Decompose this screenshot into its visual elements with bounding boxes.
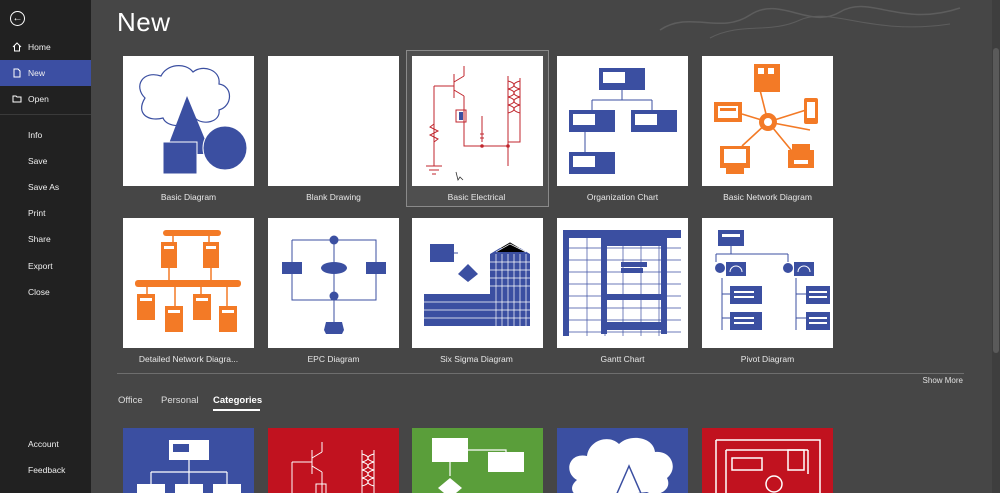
template-detailed-network-diagram[interactable] bbox=[123, 218, 254, 348]
category-maps-floor-plans[interactable] bbox=[702, 428, 833, 493]
tab-office[interactable]: Office bbox=[118, 395, 143, 406]
category-general[interactable] bbox=[557, 428, 688, 493]
template-blank-drawing[interactable] bbox=[268, 56, 399, 186]
tab-personal[interactable]: Personal bbox=[161, 395, 199, 406]
tab-categories[interactable]: Categories bbox=[213, 395, 262, 406]
nav-print-label: Print bbox=[28, 208, 46, 218]
nav-account-label: Account bbox=[28, 439, 59, 449]
nav-export[interactable]: Export bbox=[0, 253, 91, 279]
back-arrow-icon[interactable]: ← bbox=[10, 11, 25, 26]
nav-new[interactable]: New bbox=[0, 60, 91, 86]
new-document-icon bbox=[12, 68, 22, 78]
nav-export-label: Export bbox=[28, 261, 53, 271]
nav-share-label: Share bbox=[28, 234, 51, 244]
nav-info-label: Info bbox=[28, 130, 43, 140]
decorative-sketch bbox=[659, 5, 961, 39]
nav-share[interactable]: Share bbox=[0, 226, 91, 252]
active-tab-indicator bbox=[213, 409, 260, 411]
template-label: EPC Diagram bbox=[307, 354, 360, 364]
nav-save-as-label: Save As bbox=[28, 182, 60, 192]
category-business[interactable] bbox=[123, 428, 254, 493]
template-gantt-chart[interactable] bbox=[557, 218, 688, 348]
home-icon bbox=[12, 42, 22, 52]
nav-close[interactable]: Close bbox=[0, 279, 91, 305]
nav-divider bbox=[0, 114, 91, 115]
template-label: Detailed Network Diagra... bbox=[138, 354, 239, 364]
nav-close-label: Close bbox=[28, 287, 50, 297]
nav-home[interactable]: Home bbox=[0, 34, 91, 60]
nav-print[interactable]: Print bbox=[0, 200, 91, 226]
category-engineering[interactable] bbox=[268, 428, 399, 493]
show-more-link[interactable]: Show More bbox=[923, 376, 963, 385]
template-six-sigma-diagram[interactable] bbox=[412, 218, 543, 348]
template-label: Gantt Chart bbox=[600, 354, 645, 364]
nav-new-label: New bbox=[28, 68, 46, 78]
template-label: Basic Network Diagram bbox=[723, 192, 812, 202]
page-title: New bbox=[117, 7, 171, 37]
nav-feedback[interactable]: Feedback bbox=[0, 457, 91, 483]
template-basic-network-diagram[interactable] bbox=[702, 56, 833, 186]
template-label: Pivot Diagram bbox=[740, 354, 795, 364]
template-label: Basic Electrical bbox=[447, 192, 506, 202]
category-flowchart[interactable] bbox=[412, 428, 543, 493]
backstage-sidebar: ← Home New Open Info Save Save As Print … bbox=[0, 0, 91, 493]
section-separator bbox=[117, 373, 964, 374]
template-label: Blank Drawing bbox=[306, 192, 361, 202]
scrollbar-thumb[interactable] bbox=[993, 48, 999, 353]
template-label: Organization Chart bbox=[586, 192, 659, 202]
nav-save-label: Save bbox=[28, 156, 48, 166]
template-label: Six Sigma Diagram bbox=[440, 354, 513, 364]
nav-open[interactable]: Open bbox=[0, 86, 91, 112]
folder-open-icon bbox=[12, 94, 22, 104]
template-label: Basic Diagram bbox=[160, 192, 217, 202]
template-epc-diagram[interactable] bbox=[268, 218, 399, 348]
nav-save[interactable]: Save bbox=[0, 148, 91, 174]
nav-save-as[interactable]: Save As bbox=[0, 174, 91, 200]
template-pivot-diagram[interactable] bbox=[702, 218, 833, 348]
nav-info[interactable]: Info bbox=[0, 122, 91, 148]
nav-account[interactable]: Account bbox=[0, 431, 91, 457]
nav-feedback-label: Feedback bbox=[28, 465, 66, 475]
nav-open-label: Open bbox=[28, 94, 49, 104]
template-organization-chart[interactable] bbox=[557, 56, 688, 186]
template-basic-electrical[interactable] bbox=[412, 56, 543, 186]
nav-home-label: Home bbox=[28, 42, 51, 52]
scrollbar[interactable] bbox=[992, 0, 1000, 493]
template-basic-diagram[interactable] bbox=[123, 56, 254, 186]
